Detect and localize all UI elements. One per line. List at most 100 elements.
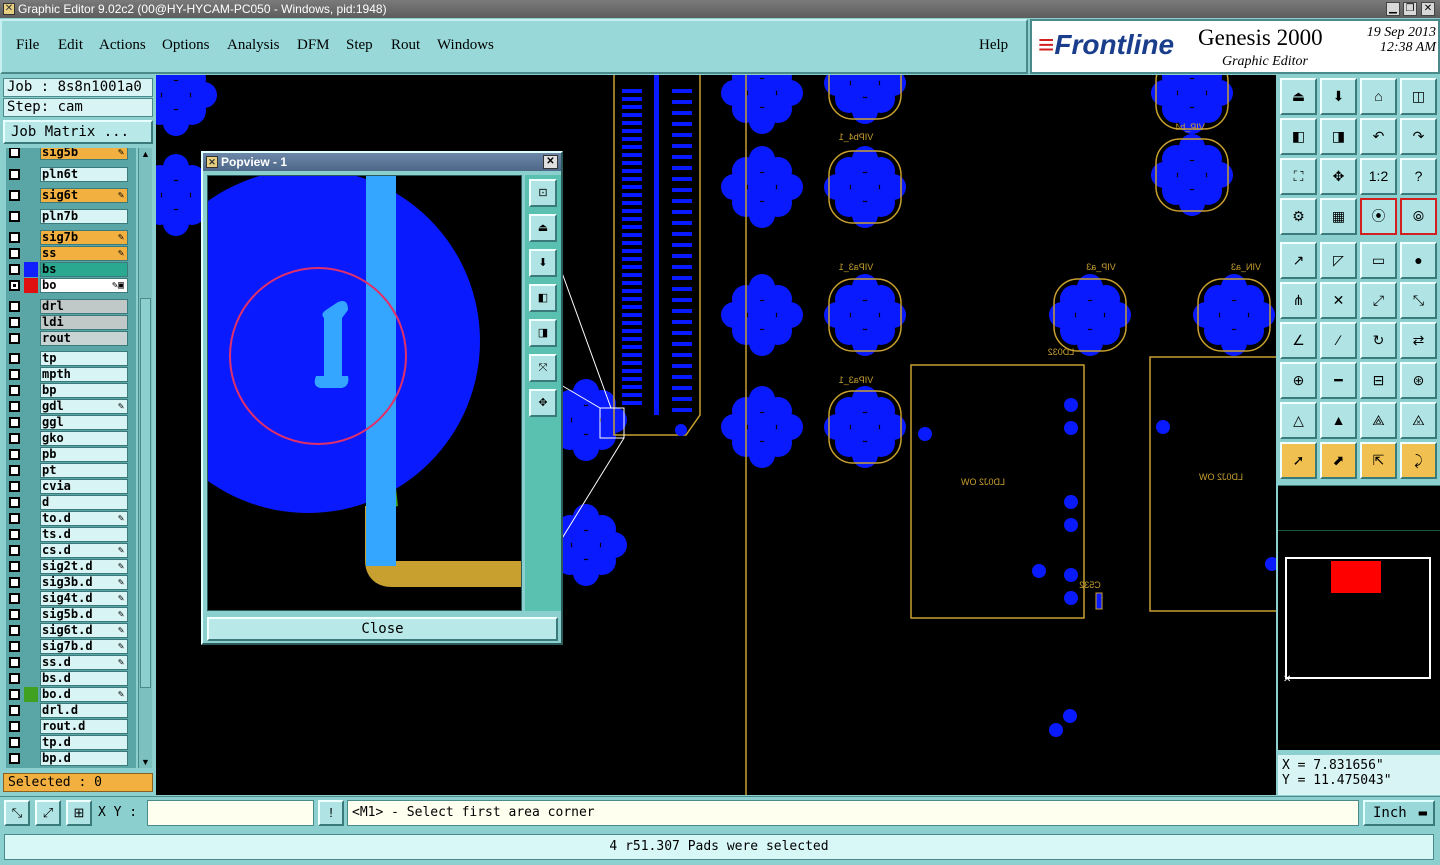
layer-row-pt[interactable]: pt	[6, 463, 136, 478]
layer-row-cvia[interactable]: cvia	[6, 479, 136, 494]
layer-visibility-checkbox[interactable]	[9, 449, 20, 460]
layer-visibility-checkbox[interactable]	[9, 169, 20, 180]
maximize-icon[interactable]: ❐	[1403, 2, 1417, 16]
layer-name[interactable]: pln7b	[40, 209, 128, 224]
route-icon[interactable]: ⤸	[1400, 442, 1437, 479]
layer-name[interactable]: bo ✎▣	[40, 278, 128, 293]
layer-name[interactable]: ldi	[40, 315, 128, 330]
layer-row-bo-d[interactable]: bo.d ✎	[6, 687, 136, 702]
layer-name[interactable]: sig7b.d ✎	[40, 639, 128, 654]
grid-snap-icon[interactable]: ⊞	[66, 800, 92, 826]
menu-actions[interactable]: Actions	[99, 37, 146, 54]
layer-name[interactable]: to.d ✎	[40, 511, 128, 526]
layer-row-pln6t[interactable]: pln6t	[6, 167, 136, 182]
layer-row-ggl[interactable]: ggl	[6, 415, 136, 430]
cross-icon[interactable]: ✕	[1320, 282, 1357, 319]
home-up-icon[interactable]: ⏏	[1280, 78, 1317, 115]
unit-select[interactable]: Inch ▬	[1363, 800, 1435, 826]
menu-file[interactable]: File	[16, 37, 39, 54]
triangle-icon[interactable]: △	[1280, 402, 1317, 439]
pan-right-icon[interactable]: ◨	[529, 319, 557, 347]
layer-visibility-checkbox[interactable]	[9, 385, 20, 396]
measure-icon[interactable]: ↗	[1280, 242, 1317, 279]
layer-name[interactable]: sig6t.d ✎	[40, 623, 128, 638]
arc-icon[interactable]: ↻	[1360, 322, 1397, 359]
layer-name[interactable]: mpth	[40, 367, 128, 382]
layer-row-ts-d[interactable]: ts.d	[6, 527, 136, 542]
layer-visibility-checkbox[interactable]	[9, 433, 20, 444]
layer-name[interactable]: cvia	[40, 479, 128, 494]
layer-visibility-checkbox[interactable]	[9, 513, 20, 524]
layer-name[interactable]: tp.d	[40, 735, 128, 750]
layer-visibility-checkbox[interactable]	[9, 369, 20, 380]
layer-name[interactable]: ss ✎	[40, 246, 128, 261]
layer-row-gdl[interactable]: gdl ✎	[6, 399, 136, 414]
layer-row-sig7b-d[interactable]: sig7b.d ✎	[6, 639, 136, 654]
zoom-window-icon[interactable]: ⊡	[529, 179, 557, 207]
layer-row-cs-d[interactable]: cs.d ✎	[6, 543, 136, 558]
layer-name[interactable]: sig5b ✎	[40, 148, 128, 160]
grid-icon[interactable]: ▦	[1320, 198, 1357, 235]
layer-name[interactable]: bp	[40, 383, 128, 398]
line-cut-icon[interactable]: ━	[1320, 362, 1357, 399]
layer-row-sig2t-d[interactable]: sig2t.d ✎	[6, 559, 136, 574]
layer-visibility-checkbox[interactable]	[9, 401, 20, 412]
line-icon[interactable]: ∠	[1280, 322, 1317, 359]
layer-visibility-checkbox[interactable]	[9, 545, 20, 556]
layer-row-ldi[interactable]: ldi	[6, 315, 136, 330]
undo-view-icon[interactable]: ↶	[1360, 118, 1397, 155]
layer-name[interactable]: rout.d	[40, 719, 128, 734]
map-view-marker[interactable]	[1331, 561, 1381, 593]
layer-name[interactable]: pt	[40, 463, 128, 478]
xy-input[interactable]	[147, 800, 314, 826]
gap-icon[interactable]: ⊟	[1360, 362, 1397, 399]
layer-visibility-checkbox[interactable]	[9, 721, 20, 732]
draw-icon[interactable]: ◸	[1320, 242, 1357, 279]
zoom-out-icon[interactable]: ⬇	[529, 249, 557, 277]
layer-visibility-checkbox[interactable]	[9, 529, 20, 540]
ruler-icon[interactable]: ▭	[1360, 242, 1397, 279]
zoom-fit-icon[interactable]: ⛶	[1280, 158, 1317, 195]
layer-visibility-checkbox[interactable]	[9, 593, 20, 604]
line-alt-icon[interactable]: ∕	[1320, 322, 1357, 359]
layer-name[interactable]: ts.d	[40, 527, 128, 542]
home-icon[interactable]: ⌂	[1360, 78, 1397, 115]
overview-map[interactable]: ✕	[1278, 485, 1440, 750]
layer-name[interactable]: d	[40, 495, 128, 510]
home-down-icon[interactable]: ⬇	[1320, 78, 1357, 115]
connect-icon[interactable]: ⤢	[1360, 282, 1397, 319]
layer-name[interactable]: sig6t ✎	[40, 188, 128, 203]
connect-alt-icon[interactable]: ⤡	[1400, 282, 1437, 319]
layer-name[interactable]: tp	[40, 351, 128, 366]
zoom-center-icon[interactable]: ✥	[1320, 158, 1357, 195]
menu-rout[interactable]: Rout	[391, 37, 420, 54]
layer-name[interactable]: ggl	[40, 415, 128, 430]
popview-title-bar[interactable]: ✕ Popview - 1 ✕	[203, 153, 561, 171]
minimize-icon[interactable]: ▁	[1386, 2, 1400, 16]
layer-visibility-checkbox[interactable]	[9, 753, 20, 764]
layer-row-sig5b[interactable]: sig5b ✎	[6, 148, 136, 160]
layer-visibility-checkbox[interactable]	[9, 641, 20, 652]
layer-display-icon[interactable]: ⦿	[1360, 198, 1397, 235]
layer-row-d[interactable]: d	[6, 495, 136, 510]
layer-name[interactable]: ss.d ✎	[40, 655, 128, 670]
layer-name[interactable]: bp.d	[40, 751, 128, 766]
layer-name[interactable]: drl	[40, 299, 128, 314]
triangle-alt-icon[interactable]: ▲	[1320, 402, 1357, 439]
redo-view-icon[interactable]: ↷	[1400, 118, 1437, 155]
layer-name[interactable]: cs.d ✎	[40, 543, 128, 558]
pointer-alt-icon[interactable]: ⇱	[1360, 442, 1397, 479]
layer-visibility-checkbox[interactable]	[9, 737, 20, 748]
layer-visibility-checkbox[interactable]	[9, 211, 20, 222]
layer-row-bp[interactable]: bp	[6, 383, 136, 398]
layer-visibility-checkbox[interactable]	[9, 148, 20, 158]
layer-name[interactable]: drl.d	[40, 703, 128, 718]
snap-icon[interactable]: ⤡	[4, 800, 30, 826]
layer-visibility-checkbox[interactable]	[9, 561, 20, 572]
popview-viewport[interactable]	[207, 175, 522, 611]
layer-visibility-checkbox[interactable]	[9, 232, 20, 243]
layer-row-sig3b-d[interactable]: sig3b.d ✎	[6, 575, 136, 590]
layer-row-ss[interactable]: ss ✎	[6, 246, 136, 261]
layer-name[interactable]: rout	[40, 331, 128, 346]
layer-row-pb[interactable]: pb	[6, 447, 136, 462]
